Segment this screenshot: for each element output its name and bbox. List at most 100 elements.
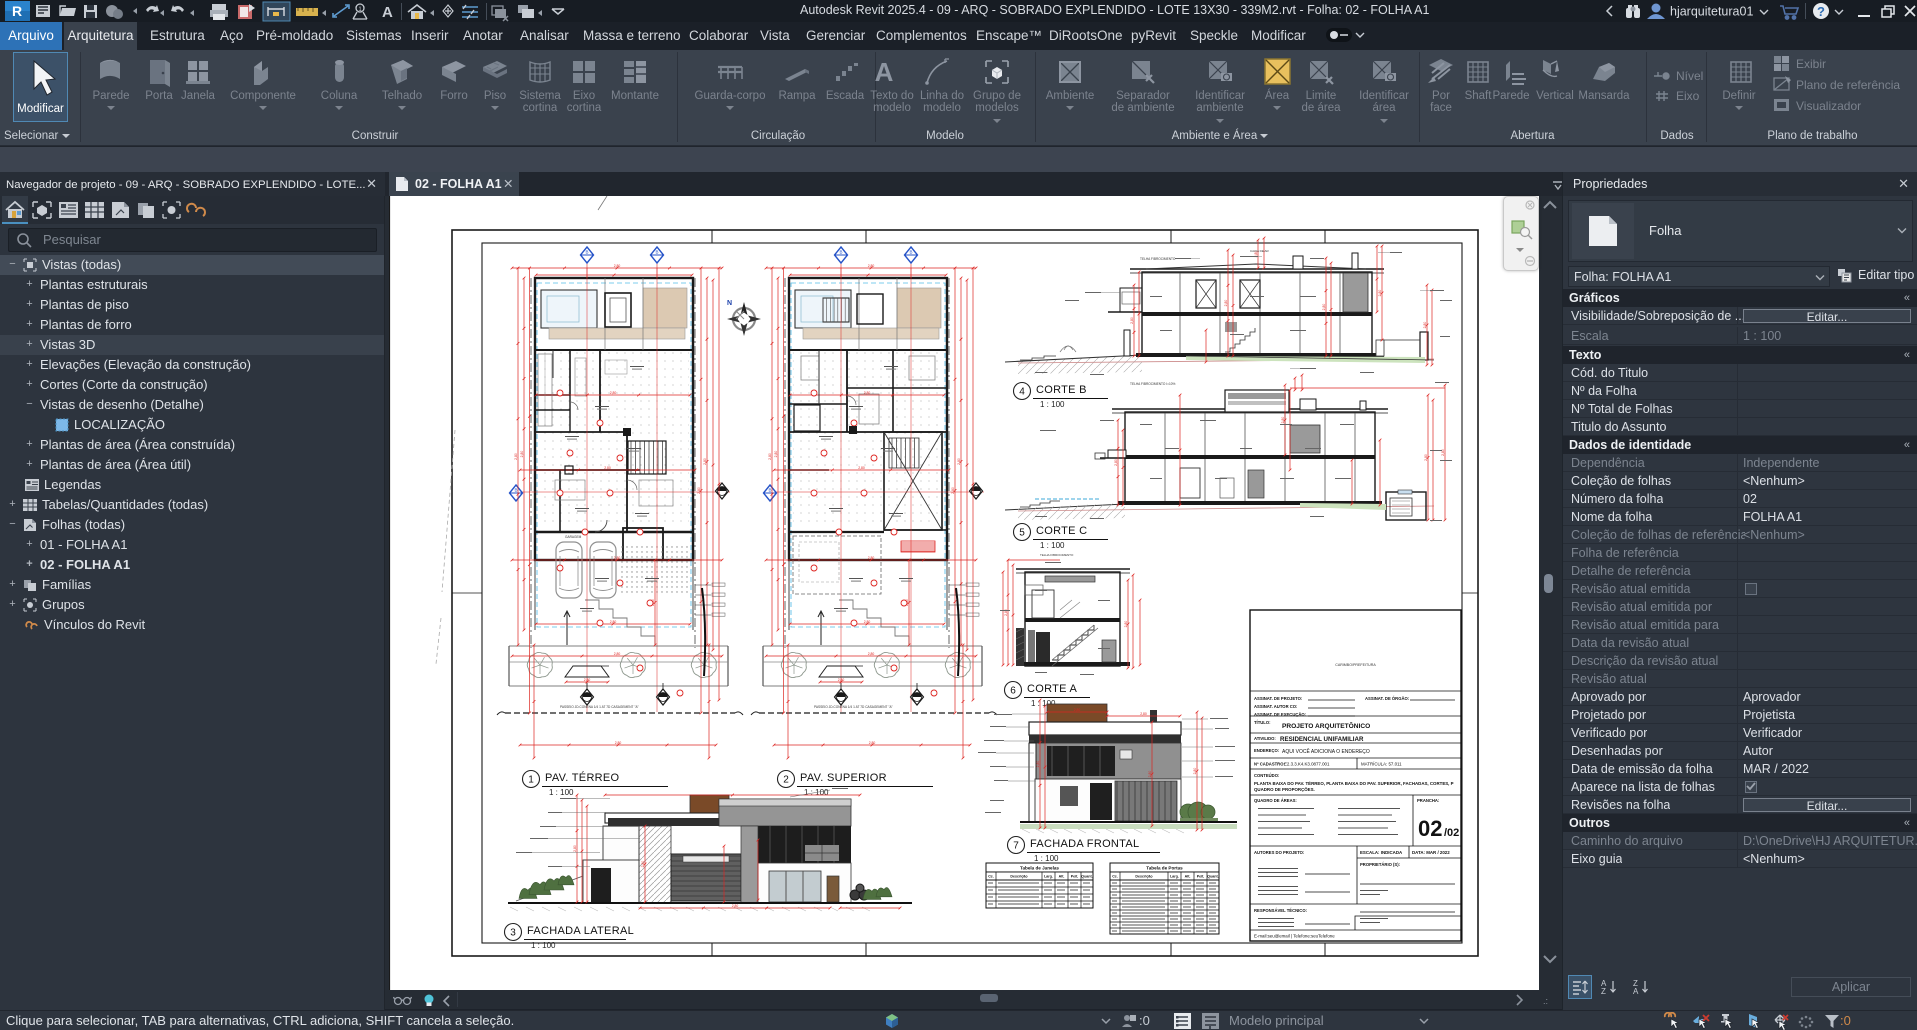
svg-text:2,80: 2,80	[838, 678, 845, 682]
svg-text:Cc.: Cc.	[988, 875, 994, 879]
svg-text:2,80: 2,80	[1322, 304, 1326, 311]
svg-text:2,80: 2,80	[697, 487, 701, 494]
svg-text:2,80: 2,80	[951, 487, 955, 494]
svg-text:/02: /02	[1444, 827, 1459, 839]
svg-text:A: A	[875, 57, 894, 87]
svg-text:N: N	[727, 300, 732, 307]
svg-text:Descrição: Descrição	[1135, 875, 1153, 879]
svg-text:CORTE C: CORTE C	[1036, 525, 1087, 537]
svg-text:PAV. TÉRREO: PAV. TÉRREO	[545, 771, 620, 784]
svg-text:Peit.: Peit.	[1197, 875, 1205, 879]
svg-text:CORTE B: CORTE B	[1036, 384, 1087, 396]
svg-text:Nível: Nível	[1676, 69, 1703, 83]
svg-text:2,80: 2,80	[520, 451, 524, 458]
svg-text:B: B	[909, 250, 912, 255]
svg-text:ATIVILIDO:: ATIVILIDO:	[1254, 736, 1276, 741]
svg-text:2,80: 2,80	[1114, 459, 1118, 466]
svg-text:Peit.: Peit.	[1071, 875, 1079, 879]
svg-text:2,80: 2,80	[1193, 768, 1197, 775]
svg-text:2,80: 2,80	[868, 264, 875, 268]
svg-text:DATA: MAR / 2022: DATA: MAR / 2022	[1412, 850, 1450, 855]
svg-text:PASSEIO JD.CONENA 1/4 1 AT 7D: PASSEIO JD.CONENA 1/4 1 AT 7D CASAGEMENT…	[814, 705, 893, 709]
svg-text:2,80: 2,80	[1281, 417, 1285, 424]
svg-text:2,80: 2,80	[703, 458, 707, 465]
svg-text:02: 02	[1418, 816, 1442, 841]
svg-text:A: A	[382, 4, 393, 21]
svg-text:ASSINAT. DE EXECUÇÃO:: ASSINAT. DE EXECUÇÃO:	[1254, 712, 1306, 717]
svg-text:1 : 100: 1 : 100	[549, 788, 574, 797]
svg-text:3: 3	[510, 928, 516, 939]
svg-text:TELHA FIBROCIMENTO: TELHA FIBROCIMENTO	[1140, 257, 1176, 261]
svg-text:hjarquitetura01: hjarquitetura01	[1670, 5, 1753, 19]
svg-text:Larg.: Larg.	[1170, 875, 1179, 879]
svg-text:B: B	[768, 488, 771, 493]
svg-text:?: ?	[1817, 4, 1825, 19]
svg-text:RESPONSÁVEL TÉCNICO:: RESPONSÁVEL TÉCNICO:	[1254, 908, 1307, 913]
svg-text:2,80: 2,80	[610, 391, 617, 395]
svg-text:2,80: 2,80	[1130, 317, 1134, 324]
svg-text:B: B	[839, 250, 842, 255]
svg-text:FACHADA FRONTAL: FACHADA FRONTAL	[1030, 838, 1139, 850]
svg-text:2,80: 2,80	[868, 556, 875, 560]
svg-text:Exibir: Exibir	[1796, 57, 1826, 71]
svg-text:AQUI VOCÊ ADICIONA O ENDEREÇO: AQUI VOCÊ ADICIONA O ENDEREÇO	[1282, 747, 1370, 755]
svg-text:Plano de referência: Plano de referência	[1796, 78, 1900, 92]
svg-text:GARAGEM: GARAGEM	[565, 535, 582, 539]
svg-text:QUADRO DE ÁREAS:: QUADRO DE ÁREAS:	[1254, 798, 1297, 803]
svg-text:Nº CADASTRO:: Nº CADASTRO:	[1254, 762, 1285, 767]
svg-text:ENDEREÇO:: ENDEREÇO:	[1254, 748, 1279, 753]
svg-text:PASSEIO JD.CONENA 1/4 1 AT 7D: PASSEIO JD.CONENA 1/4 1 AT 7D CASAGEMENT…	[560, 705, 639, 709]
svg-text:TÍTULO:: TÍTULO:	[1254, 720, 1271, 725]
svg-text:2,80: 2,80	[573, 845, 577, 852]
svg-text:RESIDENCIAL UNIFAMILIAR: RESIDENCIAL UNIFAMILIAR	[1280, 736, 1364, 743]
svg-text:2,80: 2,80	[615, 741, 622, 745]
svg-text:B: B	[585, 250, 588, 255]
svg-text:PAV. SUPERIOR: PAV. SUPERIOR	[800, 772, 887, 784]
svg-text:2,80: 2,80	[768, 453, 772, 460]
svg-text:PROPRIETÁRIO (S):: PROPRIETÁRIO (S):	[1360, 862, 1400, 867]
svg-text:6: 6	[1010, 686, 1016, 697]
svg-text:2,80: 2,80	[641, 861, 645, 868]
svg-text:Tabela de Janelas: Tabela de Janelas	[1020, 866, 1059, 871]
svg-text:ESCALA: INDICADA: ESCALA: INDICADA	[1360, 850, 1403, 855]
svg-text:2,80: 2,80	[1036, 761, 1040, 768]
svg-text:PRANCHA:: PRANCHA:	[1417, 798, 1439, 803]
svg-text:QUADRO DE PROPORÇÕES.: QUADRO DE PROPORÇÕES.	[1254, 787, 1315, 792]
svg-text:2,80: 2,80	[1423, 322, 1427, 329]
svg-text:2,80: 2,80	[1148, 771, 1152, 778]
svg-text:2,80: 2,80	[1124, 621, 1128, 628]
svg-text:2,80: 2,80	[869, 741, 876, 745]
svg-text:Tabela de Portas: Tabela de Portas	[1146, 866, 1183, 871]
svg-text:CARIMBO/PREFEITURA: CARIMBO/PREFEITURA	[1335, 663, 1376, 667]
svg-text:PLANTA BAIXA DO PAV. TÉRREO, P: PLANTA BAIXA DO PAV. TÉRREO, PLANTA BAIX…	[1254, 781, 1454, 786]
svg-text:2,80: 2,80	[868, 652, 875, 656]
svg-text:CAIXA DE AR: CAIXA DE AR	[1250, 249, 1270, 253]
svg-text:2,80: 2,80	[864, 620, 871, 624]
svg-text:2,80: 2,80	[614, 652, 621, 656]
svg-text:2,80: 2,80	[732, 904, 739, 908]
svg-text:TELHA FIBROCIMENTO I=10%: TELHA FIBROCIMENTO I=10%	[1130, 382, 1176, 386]
svg-text:E2.3.3.K4.K3.0877.001: E2.3.3.K4.K3.0877.001	[1284, 762, 1330, 767]
svg-text:2: 2	[783, 775, 789, 786]
svg-text:CONTEÚDO:: CONTEÚDO:	[1254, 773, 1279, 778]
svg-text:7: 7	[1013, 841, 1019, 852]
svg-text:PROJETO ARQUITETÔNICO: PROJETO ARQUITETÔNICO	[1282, 721, 1370, 730]
svg-text:AUTORES DO PROJETO:: AUTORES DO PROJETO:	[1254, 850, 1304, 855]
svg-text:2,80: 2,80	[614, 556, 621, 560]
svg-text:2,80: 2,80	[514, 453, 518, 460]
svg-text:2,80: 2,80	[858, 466, 865, 470]
svg-text:2,80: 2,80	[774, 451, 778, 458]
svg-text:4: 4	[1019, 387, 1025, 398]
svg-text:Larg.: Larg.	[1044, 875, 1053, 879]
svg-text:Quant.: Quant.	[1207, 875, 1218, 879]
svg-text:Descrição: Descrição	[1010, 875, 1028, 879]
svg-text:ASSINAT. DE PROJETO:: ASSINAT. DE PROJETO:	[1254, 696, 1302, 701]
svg-text:FACHADA LATERAL: FACHADA LATERAL	[527, 925, 634, 937]
svg-text:B: B	[514, 488, 517, 493]
svg-text:2,80: 2,80	[957, 458, 961, 465]
svg-text:Quant.: Quant.	[1081, 875, 1092, 879]
svg-text:E-mail:seu@email | Telefon: E-mail:seu@email | Telefone:seuTelefone	[1254, 934, 1335, 939]
svg-text:2,80: 2,80	[1224, 300, 1228, 307]
svg-text:ASSINAT. DE ÓRGÃO:: ASSINAT. DE ÓRGÃO:	[1365, 696, 1409, 701]
svg-text:1 : 100: 1 : 100	[531, 941, 556, 950]
